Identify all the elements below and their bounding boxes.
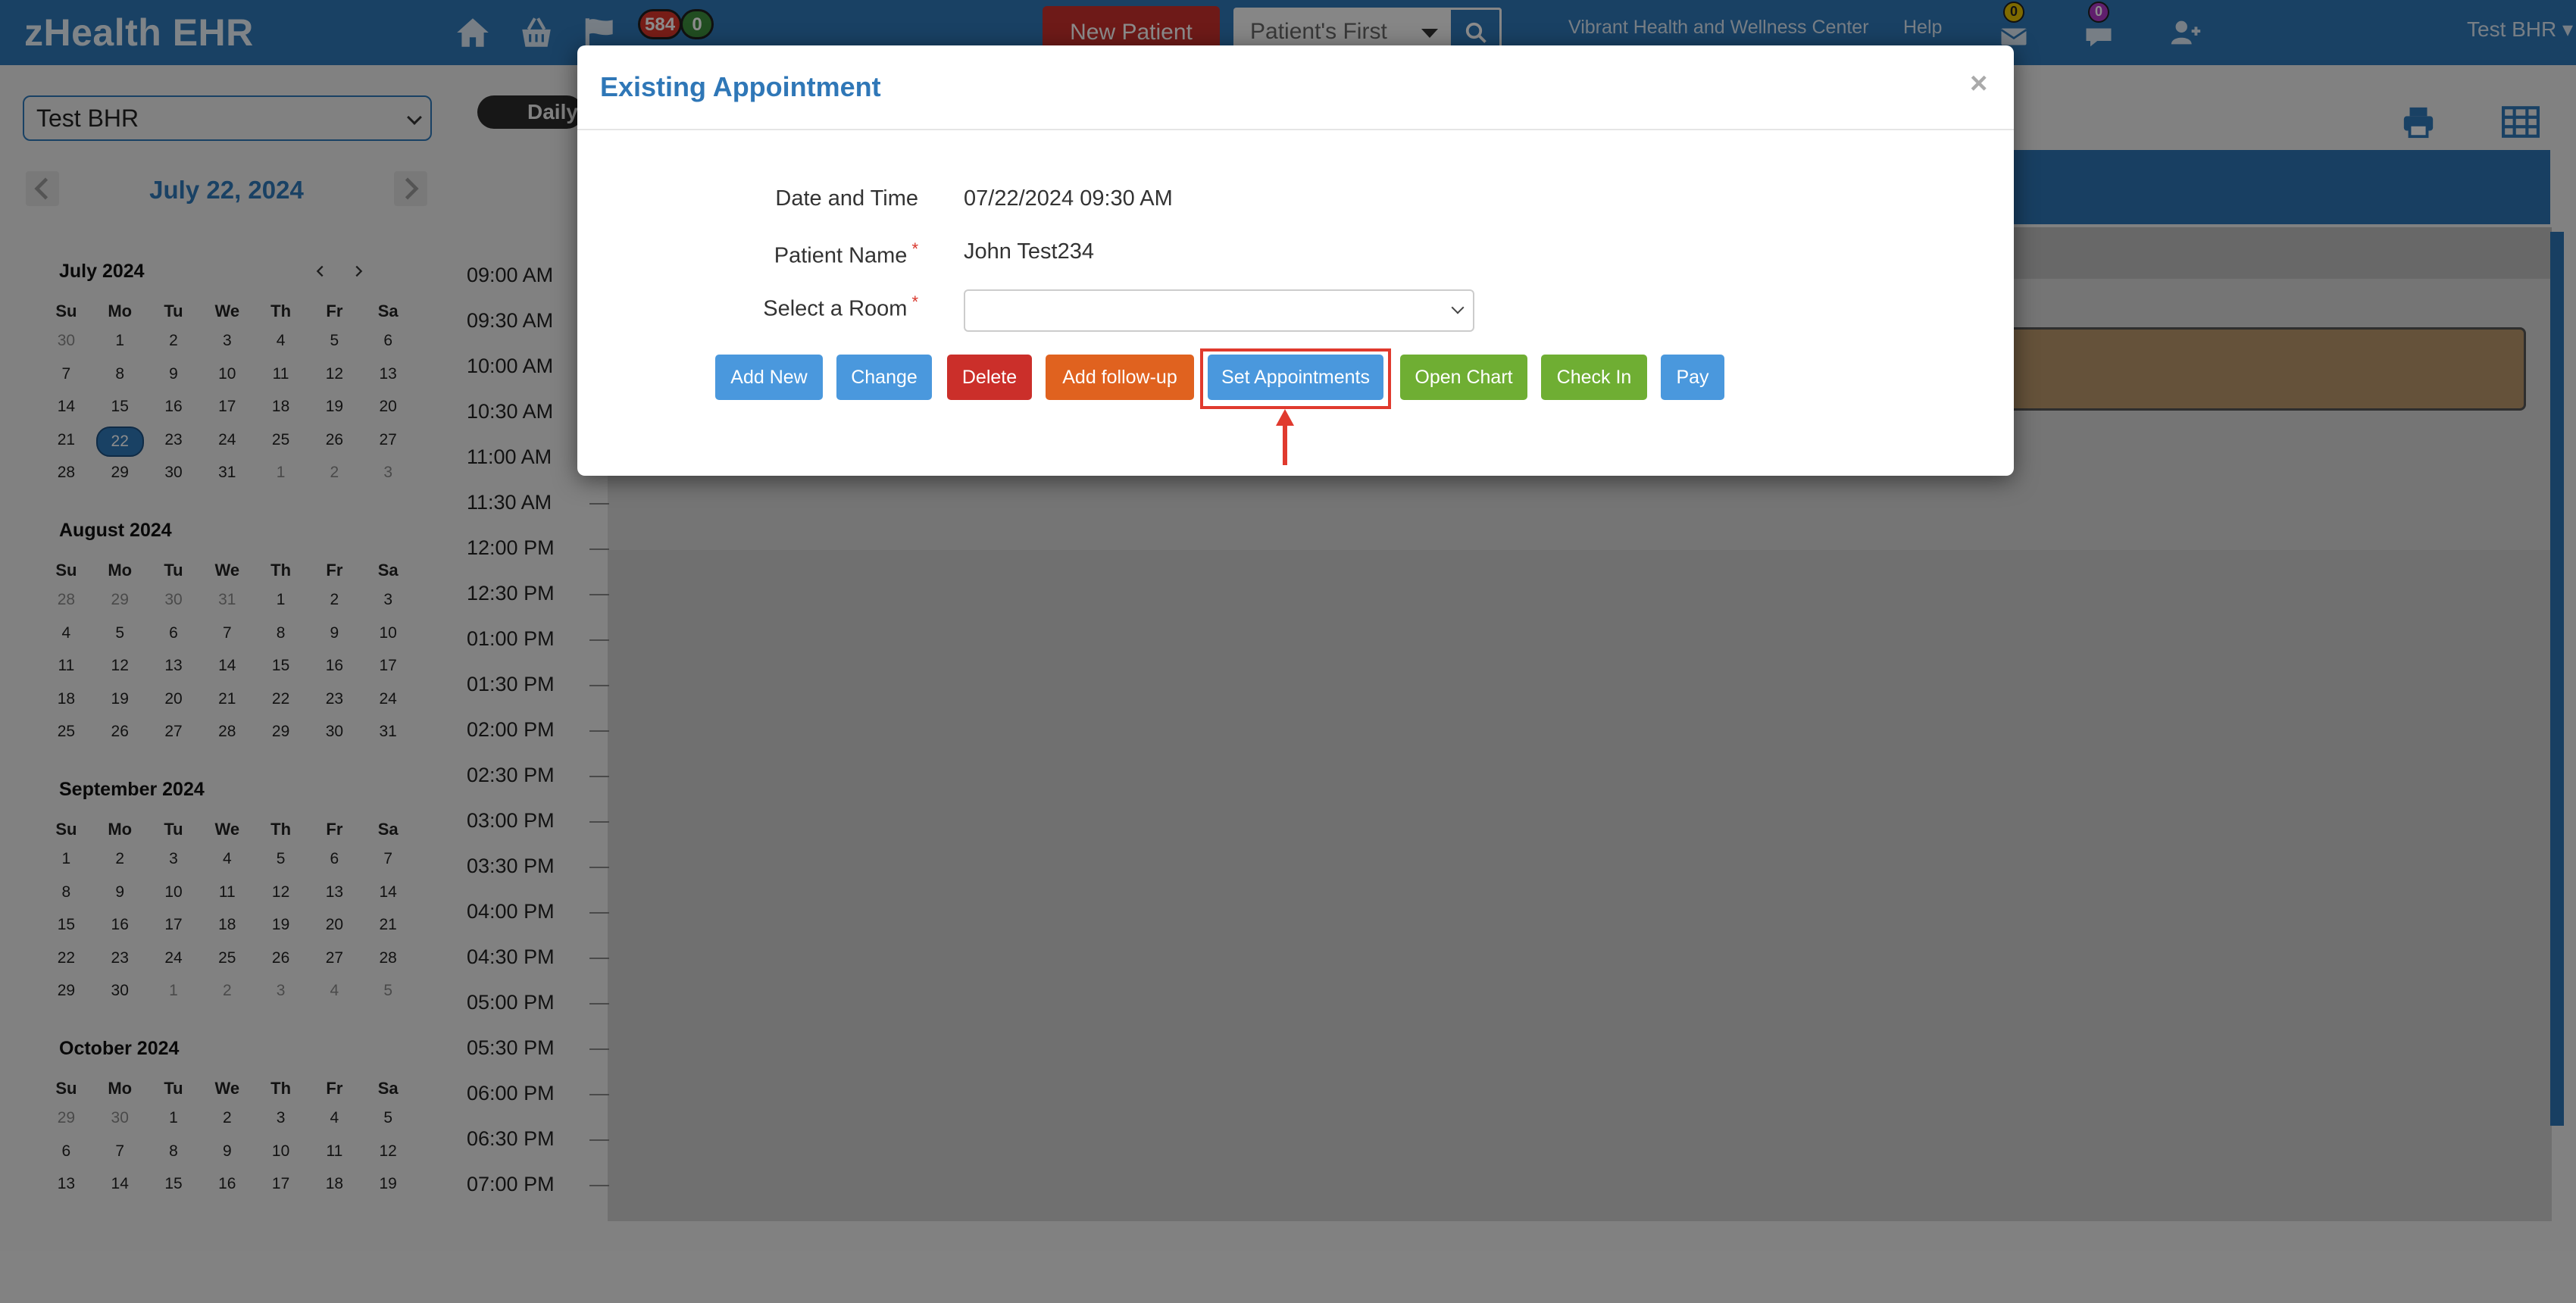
open-chart-button[interactable]: Open Chart	[1400, 355, 1527, 400]
modal-title: Existing Appointment	[600, 71, 881, 102]
room-label-text: Select a Room	[763, 296, 908, 321]
datetime-label: Date and Time	[577, 186, 918, 211]
room-label: Select a Room *	[577, 292, 918, 322]
check-in-button[interactable]: Check In	[1541, 355, 1647, 400]
room-select[interactable]	[964, 289, 1474, 332]
required-mark: *	[911, 292, 918, 311]
patient-name-label: Patient Name *	[577, 239, 918, 269]
change-button[interactable]: Change	[836, 355, 932, 400]
patient-name-label-text: Patient Name	[774, 243, 908, 268]
highlight-annotation-box	[1200, 348, 1391, 409]
close-icon[interactable]: ×	[1970, 67, 1987, 101]
chevron-down-icon	[1451, 301, 1465, 314]
arrow-up-icon	[1276, 409, 1294, 465]
patient-name-value: John Test234	[964, 239, 1094, 264]
add-new-button[interactable]: Add New	[715, 355, 823, 400]
existing-appointment-modal: Existing Appointment × Date and Time 07/…	[577, 45, 2014, 476]
add-follow-up-button[interactable]: Add follow-up	[1046, 355, 1194, 400]
pay-button[interactable]: Pay	[1661, 355, 1724, 400]
required-mark: *	[911, 239, 918, 258]
datetime-value: 07/22/2024 09:30 AM	[964, 186, 1173, 211]
modal-header: Existing Appointment ×	[577, 45, 2014, 130]
delete-button[interactable]: Delete	[947, 355, 1032, 400]
datetime-label-text: Date and Time	[775, 186, 918, 211]
